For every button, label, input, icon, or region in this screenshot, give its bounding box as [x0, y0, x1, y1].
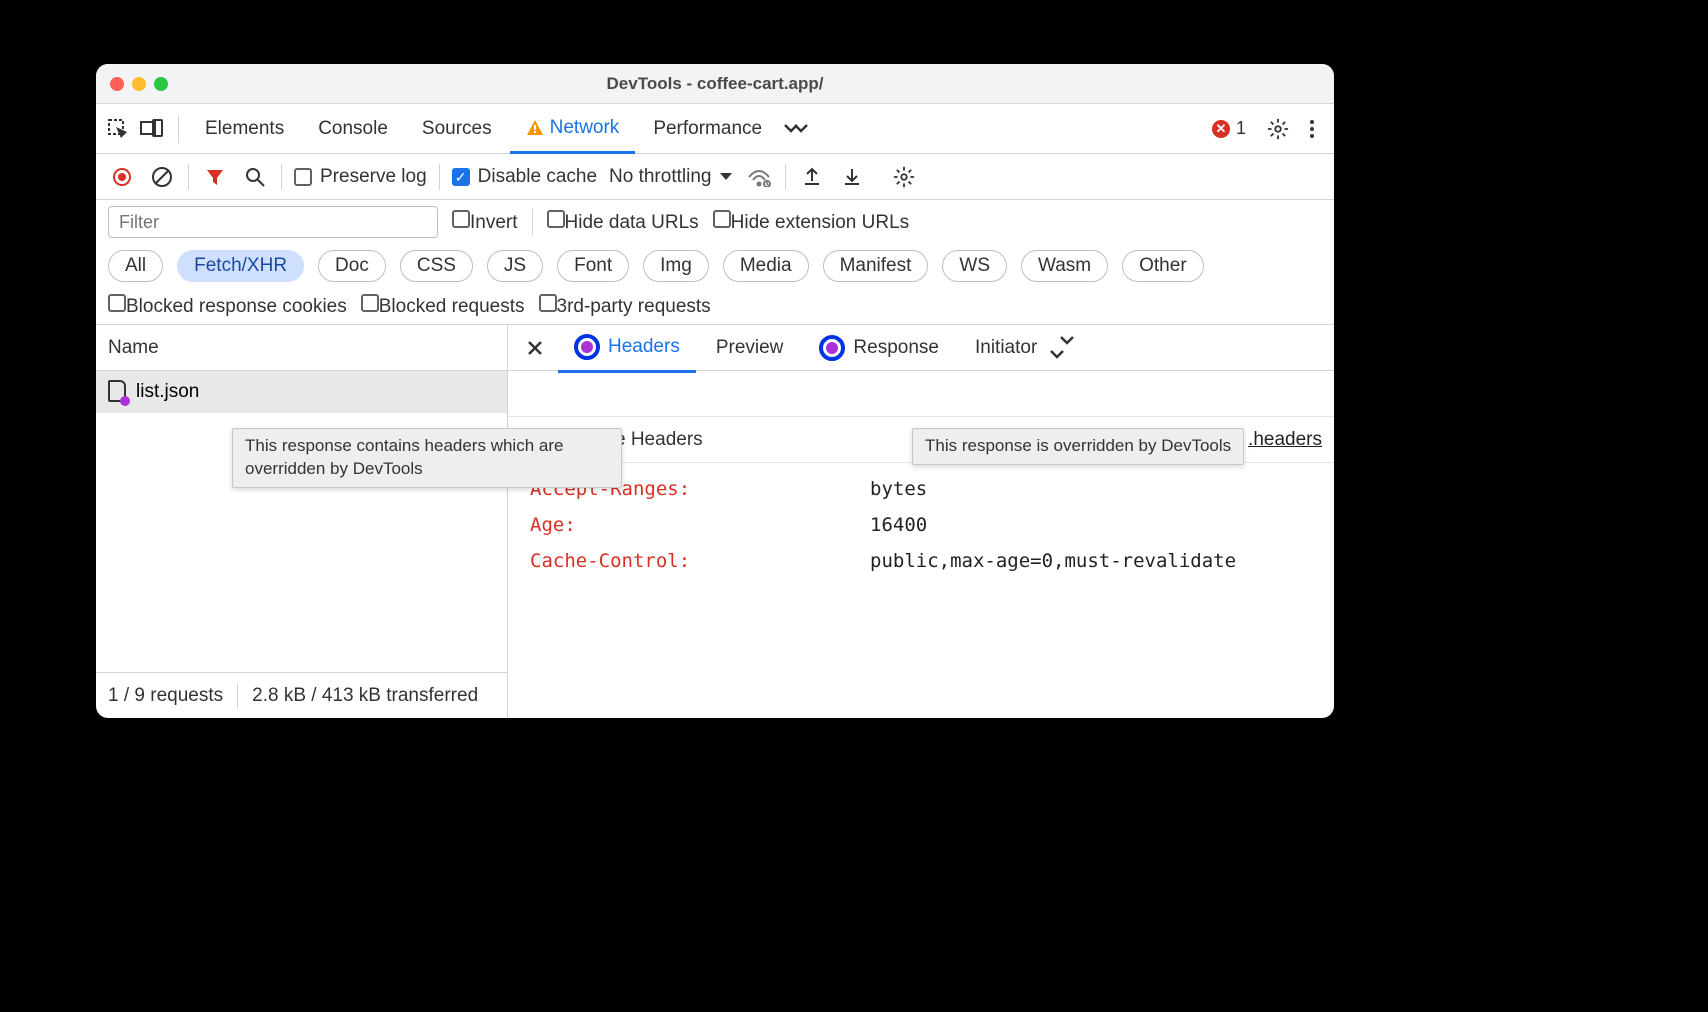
tab-response[interactable]: Response	[803, 325, 955, 371]
response-headers-list: Accept-Ranges: bytes Age: 16400 Cache-Co…	[508, 463, 1334, 587]
type-manifest[interactable]: Manifest	[823, 250, 929, 282]
record-button-icon[interactable]	[108, 163, 136, 191]
general-section-collapsed[interactable]	[508, 371, 1334, 417]
error-count-label: 1	[1236, 118, 1246, 139]
error-count[interactable]: ✕ 1	[1212, 118, 1246, 139]
type-filter-bar: All Fetch/XHR Doc CSS JS Font Img Media …	[96, 244, 1334, 288]
highlight-ring-icon	[574, 334, 600, 360]
window-title: DevTools - coffee-cart.app/	[96, 74, 1334, 94]
tooltip-response-override: This response is overridden by DevTools	[912, 428, 1244, 465]
header-key: Cache-Control:	[530, 543, 860, 579]
type-all[interactable]: All	[108, 250, 163, 282]
filter-toggle-icon[interactable]	[201, 163, 229, 191]
network-conditions-icon[interactable]	[745, 163, 773, 191]
type-fetch-xhr[interactable]: Fetch/XHR	[177, 250, 304, 282]
tab-sources[interactable]: Sources	[406, 106, 508, 152]
header-row: Accept-Ranges: bytes	[530, 471, 1312, 507]
detail-tabbar: Headers Preview Response Initiator	[508, 325, 1334, 371]
header-value: 16400	[870, 507, 927, 543]
blocked-response-cookies-checkbox[interactable]: Blocked response cookies	[108, 294, 347, 318]
tooltip-headers-override: This response contains headers which are…	[232, 428, 622, 488]
header-value: public,max-age=0,must-revalidate	[870, 543, 1236, 579]
headers-file-link[interactable]: .headers	[1248, 429, 1322, 451]
clear-icon[interactable]	[148, 163, 176, 191]
tab-preview[interactable]: Preview	[700, 327, 800, 369]
maximize-window-icon[interactable]	[154, 77, 168, 91]
override-indicator-icon	[826, 342, 838, 354]
inspect-element-icon[interactable]	[102, 113, 134, 145]
type-wasm[interactable]: Wasm	[1021, 250, 1108, 282]
more-detail-tabs-icon[interactable]	[1057, 334, 1077, 362]
type-ws[interactable]: WS	[942, 250, 1007, 282]
type-css[interactable]: CSS	[400, 250, 473, 282]
devtools-window: DevTools - coffee-cart.app/ Elements Con…	[96, 64, 1334, 718]
detail-pane: Headers Preview Response Initiator Respo…	[508, 325, 1334, 718]
hide-extension-urls-checkbox[interactable]: Hide extension URLs	[713, 210, 909, 234]
requests-count: 1 / 9 requests	[108, 685, 223, 707]
chevron-down-icon	[719, 172, 733, 182]
tab-performance[interactable]: Performance	[637, 106, 778, 152]
request-list: Name list.json 1 / 9 requests 2.8 kB / 4…	[96, 325, 508, 718]
type-media[interactable]: Media	[723, 250, 809, 282]
minimize-window-icon[interactable]	[132, 77, 146, 91]
upload-icon[interactable]	[798, 163, 826, 191]
header-key: Age:	[530, 507, 860, 543]
transferred-size: 2.8 kB / 413 kB transferred	[252, 685, 478, 707]
file-icon	[108, 380, 128, 404]
type-img[interactable]: Img	[643, 250, 709, 282]
window-controls	[110, 77, 168, 91]
header-value: bytes	[870, 471, 927, 507]
panel-tabbar: Elements Console Sources Network Perform…	[96, 104, 1334, 154]
request-status-bar: 1 / 9 requests 2.8 kB / 413 kB transferr…	[96, 672, 507, 718]
disable-cache-checkbox[interactable]: ✓ Disable cache	[452, 166, 597, 188]
tab-console[interactable]: Console	[302, 106, 404, 152]
filter-bar: Invert Hide data URLs Hide extension URL…	[96, 200, 1334, 244]
header-row: Age: 16400	[530, 507, 1312, 543]
tab-initiator[interactable]: Initiator	[959, 327, 1053, 369]
highlight-ring-icon	[819, 335, 845, 361]
close-window-icon[interactable]	[110, 77, 124, 91]
override-dot-icon	[120, 396, 130, 406]
request-name: list.json	[136, 381, 199, 403]
filter-input[interactable]	[108, 206, 438, 238]
header-row: Cache-Control: public,max-age=0,must-rev…	[530, 543, 1312, 579]
third-party-checkbox[interactable]: 3rd-party requests	[539, 294, 711, 318]
type-js[interactable]: JS	[487, 250, 543, 282]
hide-data-urls-checkbox[interactable]: Hide data URLs	[547, 210, 699, 234]
kebab-menu-icon[interactable]	[1296, 113, 1328, 145]
options-bar: Blocked response cookies Blocked request…	[96, 288, 1334, 324]
throttling-select[interactable]: No throttling	[609, 166, 733, 188]
device-toolbar-icon[interactable]	[136, 113, 168, 145]
type-font[interactable]: Font	[557, 250, 629, 282]
warning-icon	[526, 119, 544, 137]
more-tabs-icon[interactable]	[780, 113, 812, 145]
preserve-log-checkbox[interactable]: Preserve log	[294, 166, 427, 188]
network-settings-icon[interactable]	[890, 163, 918, 191]
name-column-header[interactable]: Name	[96, 325, 507, 371]
tab-network[interactable]: Network	[510, 105, 636, 154]
titlebar: DevTools - coffee-cart.app/	[96, 64, 1334, 104]
tab-headers[interactable]: Headers	[558, 324, 696, 373]
search-icon[interactable]	[241, 163, 269, 191]
invert-checkbox[interactable]: Invert	[452, 210, 518, 234]
close-detail-icon[interactable]	[516, 339, 554, 357]
network-toolbar: Preserve log ✓ Disable cache No throttli…	[96, 154, 1334, 200]
tab-elements[interactable]: Elements	[189, 106, 300, 152]
type-doc[interactable]: Doc	[318, 250, 386, 282]
request-row[interactable]: list.json	[96, 371, 507, 413]
settings-icon[interactable]	[1262, 113, 1294, 145]
content-area: Name list.json 1 / 9 requests 2.8 kB / 4…	[96, 324, 1334, 718]
download-icon[interactable]	[838, 163, 866, 191]
blocked-requests-checkbox[interactable]: Blocked requests	[361, 294, 525, 318]
error-icon: ✕	[1212, 120, 1230, 138]
type-other[interactable]: Other	[1122, 250, 1204, 282]
override-indicator-icon	[581, 341, 593, 353]
